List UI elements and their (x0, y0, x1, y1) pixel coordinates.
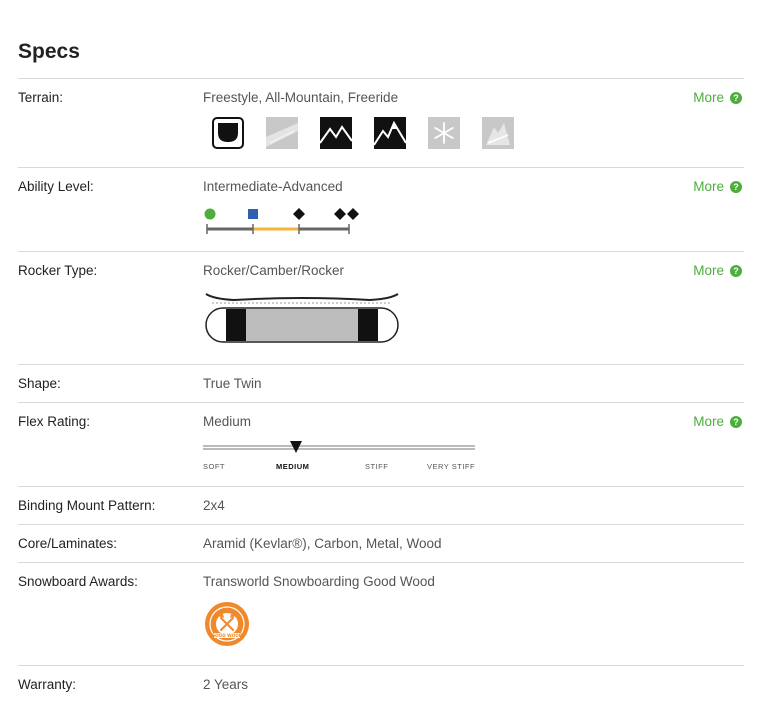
more-label: More (693, 179, 724, 194)
rocker-camber-profile-line (205, 293, 399, 302)
flex-label-soft: SOFT (203, 462, 225, 471)
flex-marker-icon (290, 441, 302, 453)
terrain-value: Freestyle, All-Mountain, Freeride (203, 90, 399, 105)
core-value: Aramid (Kevlar®), Carbon, Metal, Wood (203, 536, 442, 551)
rocker-value: Rocker/Camber/Rocker (203, 263, 345, 278)
specs-title: Specs (18, 40, 80, 63)
spec-row-flex: Flex Rating: Medium More ? SOFT MEDIUM S… (18, 402, 744, 487)
awards-value: Transworld Snowboarding Good Wood (203, 574, 435, 589)
spec-row-shape: Shape: True Twin (18, 364, 744, 403)
spec-row-binding: Binding Mount Pattern: 2x4 (18, 486, 744, 525)
intermediate-blue-square-icon (248, 209, 258, 219)
flex-scale: SOFT MEDIUM STIFF VERY STIFF (203, 440, 478, 476)
advanced-black-diamond-icon (293, 208, 305, 220)
terrain-label: Terrain: (18, 90, 64, 105)
spec-row-awards: Snowboard Awards: Transworld Snowboardin… (18, 562, 744, 666)
ability-label: Ability Level: (18, 179, 94, 194)
expert-double-diamond-icon (334, 208, 359, 220)
good-wood-award-badge-icon: GOOD WOOD (205, 602, 249, 646)
flex-value: Medium (203, 414, 252, 429)
freeride-icon (374, 117, 406, 149)
spec-row-warranty: Warranty: 2 Years (18, 665, 744, 704)
specs-section: Specs Terrain: Freestyle, All-Mountain, … (0, 0, 764, 705)
powder-snowflake-icon (428, 117, 460, 149)
question-circle-icon: ? (730, 264, 742, 277)
spec-row-rocker: Rocker Type: Rocker/Camber/Rocker More ? (18, 251, 744, 365)
park-halfpipe-icon (212, 117, 244, 149)
award-badge-text: GOOD WOOD (212, 633, 243, 638)
rocker-label: Rocker Type: (18, 263, 98, 278)
flex-label: Flex Rating: (18, 414, 91, 429)
flex-label-very-stiff: VERY STIFF (427, 462, 476, 471)
beginner-green-circle-icon (204, 208, 216, 220)
shape-value: True Twin (203, 376, 262, 391)
backcountry-icon (482, 117, 514, 149)
awards-label: Snowboard Awards: (18, 574, 138, 589)
spec-row-ability: Ability Level: Intermediate-Advanced Mor… (18, 167, 744, 252)
more-label: More (693, 263, 724, 278)
spec-row-terrain: Terrain: Freestyle, All-Mountain, Freeri… (18, 78, 744, 168)
ability-value: Intermediate-Advanced (203, 179, 343, 194)
flex-label-medium: MEDIUM (276, 462, 310, 471)
groomer-icon (266, 117, 298, 149)
all-mountain-icon (320, 117, 352, 149)
core-label: Core/Laminates: (18, 536, 118, 551)
terrain-icons (212, 117, 514, 149)
flex-more-link[interactable]: More ? (693, 414, 742, 429)
binding-value: 2x4 (203, 498, 225, 513)
rocker-profile-graphic (205, 293, 399, 343)
ability-more-link[interactable]: More ? (693, 179, 742, 194)
terrain-more-link[interactable]: More ? (693, 90, 742, 105)
flex-label-stiff: STIFF (365, 462, 389, 471)
shape-label: Shape: (18, 376, 61, 391)
question-circle-icon: ? (730, 91, 742, 104)
more-label: More (693, 90, 724, 105)
question-circle-icon: ? (730, 180, 742, 193)
warranty-value: 2 Years (203, 677, 249, 692)
more-label: More (693, 414, 724, 429)
binding-label: Binding Mount Pattern: (18, 498, 156, 513)
spec-row-core: Core/Laminates: Aramid (Kevlar®), Carbon… (18, 524, 744, 563)
ability-level-graphic (204, 208, 359, 234)
rocker-more-link[interactable]: More ? (693, 263, 742, 278)
question-circle-icon: ? (730, 415, 742, 428)
warranty-label: Warranty: (18, 677, 77, 692)
